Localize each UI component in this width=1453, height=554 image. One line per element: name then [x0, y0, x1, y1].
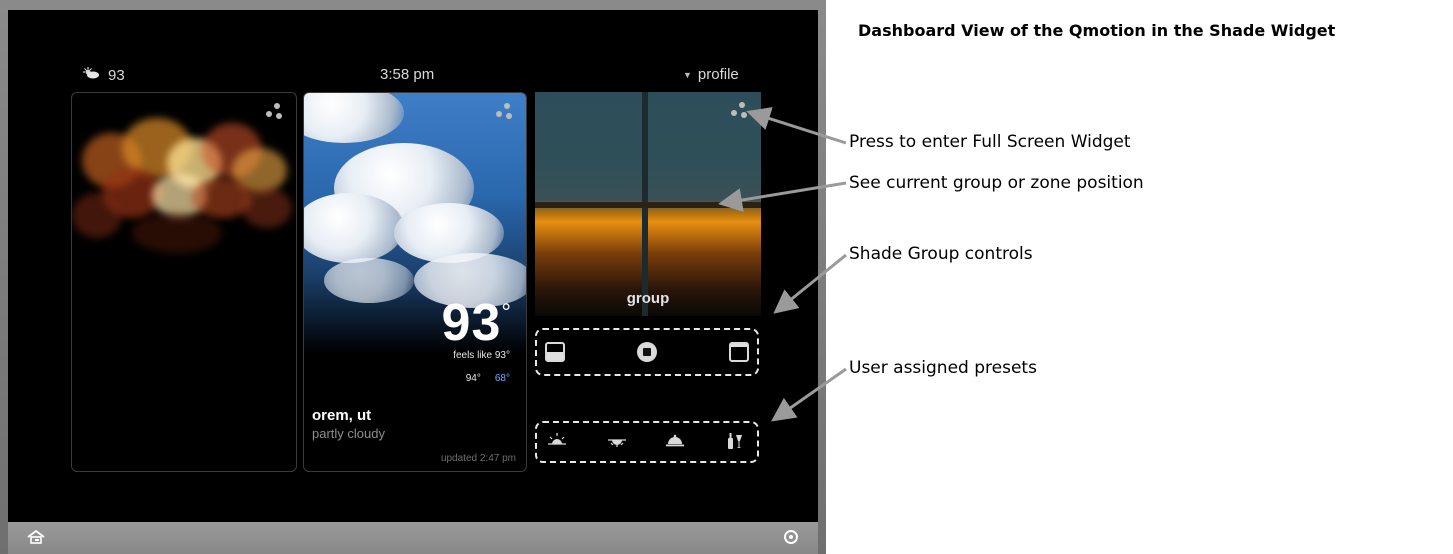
city-name: orem, ut [312, 407, 372, 424]
stop-icon[interactable] [637, 342, 657, 362]
wine-icon[interactable] [725, 432, 745, 455]
annotation-full-screen: Press to enter Full Screen Widget [849, 132, 1131, 152]
expand-icon[interactable] [266, 103, 286, 123]
shade-group-label: group [626, 290, 670, 307]
annotation-current-position: See current group or zone position [849, 173, 1144, 193]
device-taskbar [8, 522, 818, 554]
high-low: 94° 68° [466, 373, 510, 384]
lighting-widget-card[interactable] [71, 92, 297, 472]
triangle-down-icon: ▼ [683, 69, 692, 80]
shade-group-controls [535, 328, 759, 376]
current-temperature: 93° [441, 294, 512, 352]
status-weather[interactable]: 93 [82, 66, 125, 84]
sunrise-icon[interactable] [547, 432, 567, 453]
device-screen: 93 3:58 pm ▼ profile 93° feels like 93° … [8, 10, 818, 522]
high-temp: 94° [465, 373, 481, 384]
weather-widget-card[interactable]: 93° feels like 93° 94° 68° orem, ut part… [303, 92, 527, 472]
weather-condition: partly cloudy [312, 426, 385, 441]
feels-like: feels like 93° [453, 350, 510, 361]
expand-icon[interactable] [496, 103, 516, 123]
bokeh-image [72, 93, 296, 293]
profile-label: profile [697, 66, 739, 83]
shade-widget-card[interactable]: group [535, 92, 761, 316]
user-presets [535, 421, 759, 463]
partly-sunny-icon [82, 66, 100, 84]
expand-icon[interactable] [731, 102, 751, 122]
updated-time: updated 2:47 pm [440, 453, 516, 464]
device-frame: 93 3:58 pm ▼ profile 93° feels like 93° … [0, 0, 826, 554]
annotation-presets: User assigned presets [849, 358, 1037, 378]
home-icon[interactable] [26, 529, 46, 550]
window-mullion [535, 202, 761, 208]
status-time: 3:58 pm [380, 66, 435, 83]
status-temperature: 93 [108, 66, 125, 84]
dinner-cloche-icon[interactable] [665, 432, 685, 453]
annotation-title: Dashboard View of the Qmotion in the Sha… [858, 21, 1336, 40]
shade-up-icon[interactable] [729, 342, 749, 362]
sunset-icon[interactable] [607, 432, 627, 453]
status-bar: 93 3:58 pm ▼ profile [8, 10, 818, 84]
annotation-group-controls: Shade Group controls [849, 244, 1033, 264]
shade-down-icon[interactable] [545, 342, 565, 362]
profile-menu[interactable]: ▼ profile [683, 66, 739, 83]
low-temp: 68° [494, 373, 510, 384]
settings-icon[interactable] [784, 530, 798, 544]
